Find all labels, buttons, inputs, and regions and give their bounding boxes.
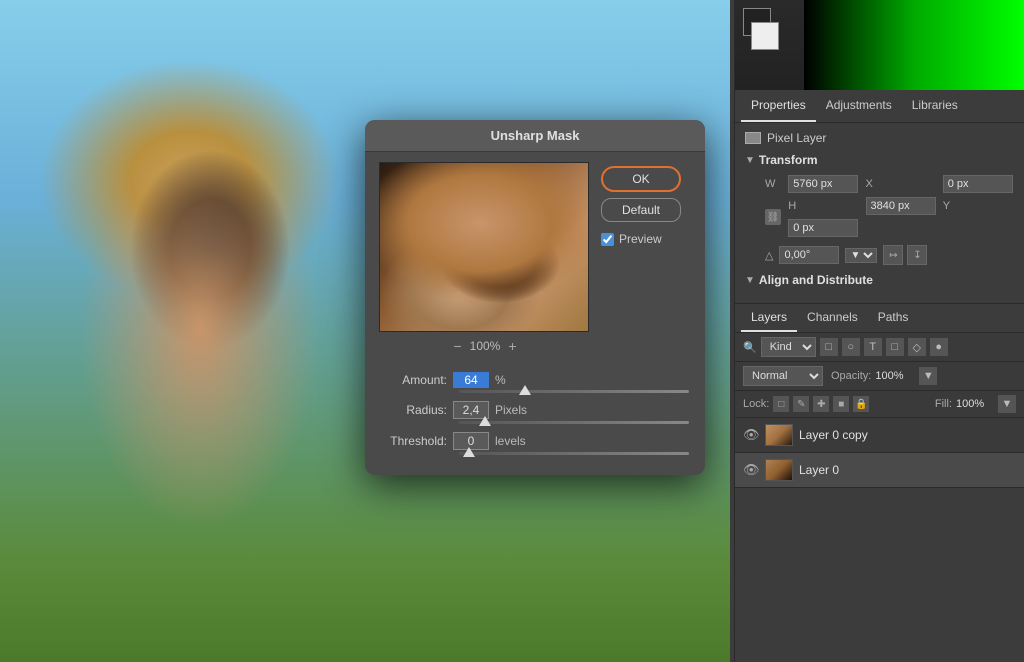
transform-section-header: ▼ Transform [745, 153, 1014, 167]
layer-item[interactable]: 👁 Layer 0 [735, 453, 1024, 488]
tab-layers[interactable]: Layers [741, 304, 797, 332]
type-filter-icon[interactable]: T [864, 338, 882, 356]
rotation-dropdown[interactable]: ▼ [845, 248, 877, 263]
pixel-layer-row: Pixel Layer [745, 131, 1014, 145]
zoom-percent: 100% [470, 339, 501, 353]
lock-all-icon[interactable]: 🔒 [853, 396, 869, 412]
lock-label: Lock: [743, 398, 769, 410]
background-swatch[interactable] [751, 22, 779, 50]
radius-unit: Pixels [495, 403, 535, 417]
rotation-row: △ ▼ ↦ ↧ [745, 245, 1014, 265]
zoom-out-icon[interactable]: − [453, 338, 461, 354]
tab-libraries[interactable]: Libraries [902, 90, 968, 122]
y-label: Y [943, 200, 1014, 212]
tab-adjustments[interactable]: Adjustments [816, 90, 902, 122]
height-label: H [788, 200, 859, 212]
transform-chevron: ▼ [745, 155, 755, 166]
layer-name-0: Layer 0 copy [799, 428, 868, 442]
default-button[interactable]: Default [601, 198, 681, 222]
layers-panel: Layers Channels Paths 🔍 Kind □ ○ T □ ◇ ●… [735, 303, 1024, 662]
align-label: Align and Distribute [759, 273, 873, 287]
layers-tabs: Layers Channels Paths [735, 304, 1024, 333]
fill-label: Fill: [935, 398, 952, 410]
color-area [735, 0, 1024, 90]
x-input[interactable] [943, 175, 1013, 193]
lock-row: Lock: □ ✎ ✚ ■ 🔒 Fill: 100% ▼ [735, 391, 1024, 418]
height-input[interactable] [866, 197, 936, 215]
amount-slider-thumb[interactable] [519, 385, 531, 395]
fill-expand-icon[interactable]: ▼ [998, 395, 1016, 413]
pixel-layer-label: Pixel Layer [767, 131, 826, 145]
tab-properties[interactable]: Properties [741, 90, 816, 122]
layers-toolbar: 🔍 Kind □ ○ T □ ◇ ● [735, 333, 1024, 362]
tab-channels[interactable]: Channels [797, 304, 868, 332]
preview-image [379, 162, 589, 332]
amount-slider-track[interactable] [379, 390, 691, 393]
right-panel: Properties Adjustments Libraries Pixel L… [734, 0, 1024, 662]
rotation-input[interactable] [779, 246, 839, 264]
lock-transparency-icon[interactable]: □ [773, 396, 789, 412]
tab-paths[interactable]: Paths [868, 304, 919, 332]
layer-thumbnail-0 [765, 424, 793, 446]
amount-input[interactable] [453, 372, 489, 388]
blend-row: Normal Opacity: 100% ▼ [735, 362, 1024, 391]
kind-dropdown[interactable]: Kind [761, 337, 816, 357]
opacity-label: Opacity: [831, 370, 871, 382]
opacity-expand-icon[interactable]: ▼ [919, 367, 937, 385]
pixel-layer-icon [745, 132, 761, 144]
properties-tabs: Properties Adjustments Libraries [735, 90, 1024, 123]
amount-label: Amount: [379, 373, 447, 387]
lock-artboard-icon[interactable]: ■ [833, 396, 849, 412]
y-input[interactable] [788, 219, 858, 237]
lock-position-icon[interactable]: ✚ [813, 396, 829, 412]
radius-slider-track[interactable] [379, 421, 691, 424]
pixel-filter-icon[interactable]: □ [820, 338, 838, 356]
adjustment-filter-icon[interactable]: ○ [842, 338, 860, 356]
x-label: X [866, 178, 937, 190]
threshold-slider-track[interactable] [379, 452, 691, 455]
opacity-value: 100% [875, 370, 915, 382]
preview-label: Preview [619, 232, 662, 246]
flip-horizontal-button[interactable]: ↦ [883, 245, 903, 265]
dialog-title: Unsharp Mask [365, 120, 705, 152]
width-input[interactable] [788, 175, 858, 193]
dialog-sliders: Amount: % Radius: Pixels [365, 368, 705, 475]
unsharp-mask-dialog: Unsharp Mask − 100% + OK Default Preview [365, 120, 705, 475]
effect-filter-icon[interactable]: ● [930, 338, 948, 356]
transform-grid: W X ⛓ H Y [745, 175, 1014, 237]
preview-checkbox[interactable] [601, 233, 614, 246]
blend-mode-dropdown[interactable]: Normal [743, 366, 823, 386]
search-icon: 🔍 [743, 341, 757, 354]
visibility-icon-0[interactable]: 👁 [743, 427, 759, 443]
layer-item[interactable]: 👁 Layer 0 copy [735, 418, 1024, 453]
layer-name-1: Layer 0 [799, 463, 839, 477]
threshold-unit: levels [495, 434, 535, 448]
width-label: W [765, 178, 782, 190]
threshold-slider-thumb[interactable] [463, 447, 475, 457]
chain-icon[interactable]: ⛓ [765, 209, 781, 225]
flip-icons: ↦ ↧ [883, 245, 927, 265]
layer-thumbnail-1 [765, 459, 793, 481]
threshold-label: Threshold: [379, 434, 447, 448]
flip-vertical-button[interactable]: ↧ [907, 245, 927, 265]
radius-label: Radius: [379, 403, 447, 417]
fill-value: 100% [956, 398, 994, 410]
properties-content: Pixel Layer ▼ Transform W X ⛓ H Y △ ▼ ↦ [735, 123, 1024, 303]
preview-checkbox-label[interactable]: Preview [601, 232, 662, 246]
rotation-angle-icon: △ [765, 249, 773, 262]
lock-pixels-icon[interactable]: ✎ [793, 396, 809, 412]
zoom-in-icon[interactable]: + [508, 338, 516, 354]
visibility-icon-1[interactable]: 👁 [743, 462, 759, 478]
dialog-buttons: OK Default Preview [601, 162, 691, 354]
align-section-header: ▼ Align and Distribute [745, 273, 1014, 287]
ok-button[interactable]: OK [601, 166, 681, 192]
smart-filter-icon[interactable]: ◇ [908, 338, 926, 356]
align-chevron: ▼ [745, 275, 755, 286]
shape-filter-icon[interactable]: □ [886, 338, 904, 356]
dialog-preview-area: − 100% + [379, 162, 591, 354]
canvas-area: Unsharp Mask − 100% + OK Default Preview [0, 0, 734, 662]
transform-label: Transform [759, 153, 818, 167]
color-gradient [804, 0, 1024, 90]
radius-slider-thumb[interactable] [479, 416, 491, 426]
